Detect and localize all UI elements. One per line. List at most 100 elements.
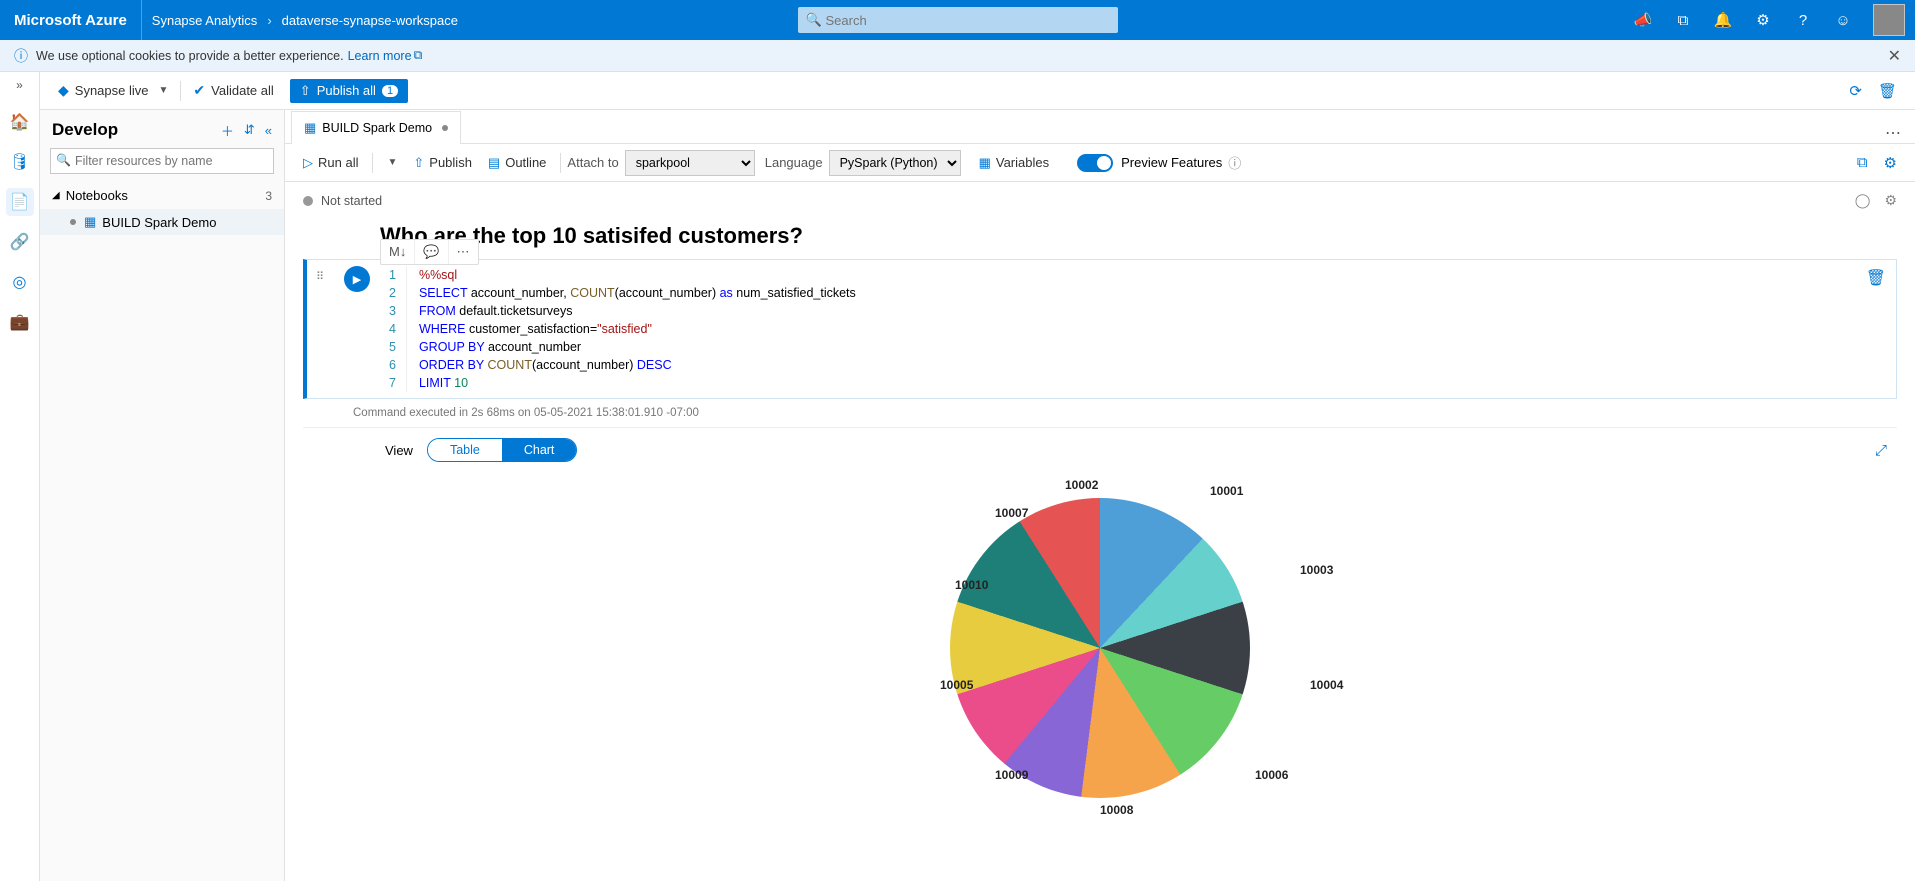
rail-data-icon[interactable]: 🛢 — [6, 148, 34, 176]
discard-icon[interactable]: 🗑 — [1878, 82, 1897, 100]
tree-item-label: BUILD Spark Demo — [102, 215, 216, 230]
settings-gear-icon[interactable]: ⚙ — [1743, 0, 1783, 40]
breadcrumb-workspace[interactable]: dataverse-synapse-workspace — [272, 13, 468, 28]
cookie-learn-more-link[interactable]: Learn more — [348, 49, 412, 63]
tree-item-build-spark-demo[interactable]: ▦ BUILD Spark Demo — [40, 209, 284, 235]
session-settings-icon[interactable]: ⚙ — [1884, 192, 1897, 209]
refresh-icon[interactable]: ⟳ — [1849, 82, 1862, 100]
outline-button[interactable]: ▤ Outline — [488, 155, 547, 171]
output-view-row: View Table Chart ⤢ — [285, 428, 1915, 468]
feedback-icon[interactable]: ☺ — [1823, 0, 1863, 40]
filter-search-icon: 🔍 — [56, 153, 71, 167]
cookie-banner: ⓘ We use optional cookies to provide a b… — [0, 40, 1915, 72]
convert-markdown-icon[interactable]: M↓ — [381, 240, 415, 264]
preview-features-toggle[interactable] — [1077, 154, 1113, 172]
notebook-body: Not started ◯ ⚙ Who are the top 10 satis… — [285, 182, 1915, 881]
variables-button[interactable]: ▦ Variables — [979, 155, 1050, 171]
notebook-settings-icon[interactable]: ⚙ — [1884, 154, 1897, 172]
synapse-live-dropdown[interactable]: ◆ Synapse live ▼ — [58, 82, 168, 99]
editor-tabstrip: ▦ BUILD Spark Demo ⋯ — [285, 110, 1915, 144]
tab-build-spark-demo[interactable]: ▦ BUILD Spark Demo — [291, 111, 461, 144]
develop-pane: Develop ＋ ⇵ « 🔍 ◢ Notebooks 3 — [40, 110, 285, 881]
announcements-icon[interactable]: 📣 — [1623, 0, 1663, 40]
view-segmented-control: Table Chart — [427, 438, 577, 462]
run-all-label: Run all — [318, 155, 358, 170]
check-icon: ✔ — [193, 82, 205, 99]
publish-all-button[interactable]: ⇧ Publish all 1 — [290, 79, 408, 103]
run-dropdown[interactable]: ▼ — [387, 157, 397, 168]
cell-comment-icon[interactable]: 💬 — [415, 240, 448, 264]
code-editor[interactable]: 1234567 %%sql SELECT account_number, COU… — [379, 260, 1856, 398]
preview-features-label: Preview Features — [1121, 155, 1222, 170]
notebook-toolbar: ▷ Run all ▼ ⇧ Publish ▤ Outline Attach t… — [285, 144, 1915, 182]
publish-label: Publish — [429, 155, 472, 170]
global-search-input[interactable] — [798, 7, 1118, 33]
breadcrumb-synapse[interactable]: Synapse Analytics — [142, 13, 268, 28]
run-all-button[interactable]: ▷ Run all — [303, 155, 358, 171]
language-select[interactable]: PySpark (Python) — [829, 150, 961, 176]
azure-brand[interactable]: Microsoft Azure — [0, 0, 142, 40]
validate-all-button[interactable]: ✔ Validate all — [193, 82, 273, 99]
collapse-pane-icon[interactable]: « — [265, 123, 272, 138]
publish-button[interactable]: ⇧ Publish — [413, 155, 472, 171]
rail-integrate-icon[interactable]: 🔗 — [6, 228, 34, 256]
breadcrumb: Synapse Analytics › dataverse-synapse-wo… — [142, 13, 468, 28]
upload-icon: ⇧ — [413, 155, 424, 171]
develop-title: Develop — [52, 120, 211, 140]
outline-label: Outline — [505, 155, 546, 170]
validate-all-label: Validate all — [211, 83, 274, 98]
rail-develop-icon[interactable]: 📄 — [6, 188, 34, 216]
rail-monitor-icon[interactable]: ◎ — [6, 268, 34, 296]
rail-expand-icon[interactable]: » — [16, 78, 23, 92]
chart-output: 10001 10002 10003 10004 10006 10008 1000… — [285, 468, 1915, 848]
cell-mini-toolbar: M↓ 💬 ⋯ — [380, 239, 479, 265]
synapse-live-icon: ◆ — [58, 82, 69, 99]
info-icon[interactable]: ⓘ — [1228, 153, 1241, 172]
run-cell-button[interactable]: ▶ — [344, 266, 370, 292]
chevron-down-icon: ▼ — [159, 85, 169, 96]
pie-label-10004: 10004 — [1310, 678, 1343, 692]
drag-handle-icon[interactable]: ⠿ — [316, 270, 326, 283]
tree-twisty-icon: ◢ — [52, 190, 60, 201]
filter-resources-input[interactable] — [50, 148, 274, 174]
rail-manage-icon[interactable]: 💼 — [6, 308, 34, 336]
notebook-views-icon[interactable]: ⧉ — [1857, 154, 1868, 171]
notebook-status-row: Not started ◯ ⚙ — [285, 182, 1915, 219]
cookie-text: We use optional cookies to provide a bet… — [36, 49, 344, 63]
notifications-icon[interactable]: 🔔 — [1703, 0, 1743, 40]
tree-group-count: 3 — [265, 189, 272, 203]
resource-tree: ◢ Notebooks 3 ▦ BUILD Spark Demo — [40, 182, 284, 235]
pie-label-10002: 10002 — [1065, 478, 1098, 492]
variables-icon: ▦ — [979, 155, 991, 171]
global-search: 🔍 — [798, 7, 1118, 33]
output-expand-icon[interactable]: ⤢ — [1875, 442, 1897, 459]
session-info-icon[interactable]: ◯ — [1855, 192, 1871, 209]
delete-cell-icon[interactable]: 🗑 — [1856, 260, 1896, 398]
tab-label: BUILD Spark Demo — [322, 121, 432, 135]
pie-label-10005: 10005 — [940, 678, 973, 692]
markdown-heading: Who are the top 10 satisifed customers? — [285, 219, 1915, 259]
left-nav-rail: » 🏠 🛢 📄 🔗 ◎ 💼 — [0, 72, 40, 881]
add-resource-icon[interactable]: ＋ — [221, 121, 234, 140]
status-dot-icon — [303, 196, 313, 206]
directory-icon[interactable]: ⧉ — [1663, 0, 1703, 40]
external-link-icon: ⧉ — [414, 48, 423, 63]
publish-all-label: Publish all — [317, 83, 376, 98]
attach-to-label: Attach to — [567, 155, 618, 170]
cell-more-icon[interactable]: ⋯ — [449, 240, 478, 264]
user-avatar[interactable] — [1873, 4, 1905, 36]
expand-all-icon[interactable]: ⇵ — [244, 122, 255, 138]
attach-to-select[interactable]: sparkpool — [625, 150, 755, 176]
tab-overflow-icon[interactable]: ⋯ — [1871, 123, 1915, 143]
unsaved-dot-icon — [442, 125, 448, 131]
view-table-button[interactable]: Table — [428, 439, 502, 461]
rail-home-icon[interactable]: 🏠 — [6, 108, 34, 136]
view-chart-button[interactable]: Chart — [502, 439, 577, 461]
code-cell: M↓ 💬 ⋯ ⠿ ▶ 1234567 %%sql SELECT account_… — [285, 259, 1915, 399]
help-icon[interactable]: ? — [1783, 0, 1823, 40]
azure-top-bar: Microsoft Azure Synapse Analytics › data… — [0, 0, 1915, 40]
tree-group-notebooks[interactable]: ◢ Notebooks 3 — [40, 182, 284, 209]
pie-label-10010: 10010 — [955, 578, 988, 592]
pie-label-10008: 10008 — [1100, 803, 1133, 817]
cookie-close-icon[interactable]: ✕ — [1888, 46, 1901, 66]
